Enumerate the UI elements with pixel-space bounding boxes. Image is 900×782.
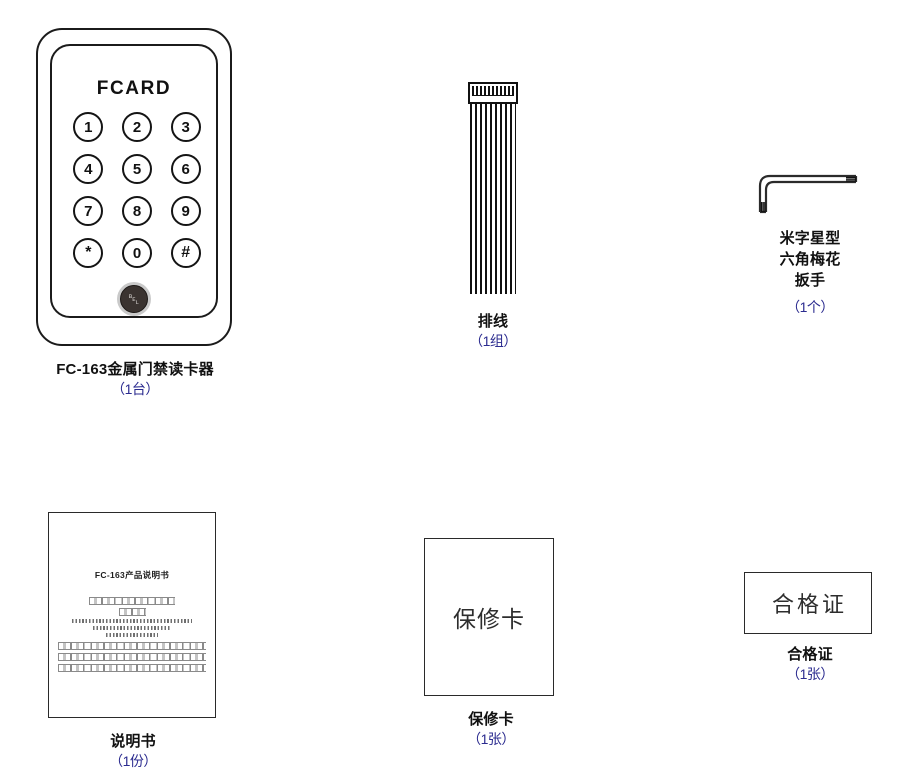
keypad-key-2[interactable]: 2	[121, 112, 152, 142]
certificate-quantity: （1张）	[786, 666, 834, 682]
ribbon-cable-caption: 排线	[477, 313, 509, 330]
wrench-illustration	[744, 168, 876, 216]
warranty-card-quantity: （1张）	[467, 731, 515, 747]
manual-text-line	[57, 633, 207, 637]
keypad-key-1[interactable]: 1	[73, 112, 104, 142]
keypad: 1 2 3 4 5 6 7 8 9 * 0 #	[64, 112, 210, 268]
manual-placeholder-text	[57, 597, 207, 675]
certificate-face-text: 合格证	[771, 592, 847, 617]
keypad-key-8[interactable]: 8	[121, 196, 152, 226]
ribbon-cable-quantity: （1组）	[469, 333, 517, 349]
wrench-caption-line-3: 扳手	[794, 272, 826, 289]
manual-caption: 说明书	[110, 733, 156, 750]
warranty-card-face: 保修卡	[424, 538, 554, 696]
card-reader-caption: FC-163金属门禁读卡器	[56, 361, 214, 378]
wrench-caption-line-1: 米字星型	[779, 230, 841, 247]
manual-text-line	[57, 608, 207, 616]
manual-cover: FC-163产品说明书	[48, 512, 216, 718]
item-torx-wrench: 米字星型 六角梅花 扳手 （1个）	[744, 168, 876, 317]
keypad-key-9[interactable]: 9	[170, 196, 201, 226]
item-manual: FC-163产品说明书 说明书 （1份）	[48, 512, 218, 771]
manual-text-line	[57, 597, 207, 605]
doorbell-button[interactable]: ␇	[117, 282, 151, 316]
doorbell-icon: ␇	[120, 285, 148, 313]
manual-text-line	[57, 619, 207, 623]
manual-quantity: （1份）	[109, 753, 157, 769]
keypad-key-star[interactable]: *	[73, 238, 104, 268]
keypad-key-hash[interactable]: #	[170, 238, 201, 268]
cable-wires	[470, 104, 516, 294]
warranty-card-caption: 保修卡	[468, 711, 514, 728]
item-card-reader: FCARD 1 2 3 4 5 6 7 8 9 * 0 # ␇ FC-163金属…	[36, 28, 236, 399]
wrench-caption-line-2: 六角梅花	[779, 251, 841, 268]
manual-text-line	[57, 653, 207, 661]
cable-connector	[468, 82, 518, 104]
certificate-face: 合格证	[744, 572, 872, 634]
item-certificate: 合格证 合格证 （1张）	[744, 572, 876, 684]
manual-title: FC-163产品说明书	[94, 570, 170, 580]
connector-teeth	[472, 86, 514, 96]
item-warranty-card: 保修卡 保修卡 （1张）	[424, 538, 558, 749]
card-reader-body: FCARD 1 2 3 4 5 6 7 8 9 * 0 # ␇	[36, 28, 232, 346]
manual-text-line	[57, 626, 207, 630]
brand-label: FCARD	[96, 78, 172, 99]
wrench-quantity: （1个）	[786, 299, 834, 315]
keypad-key-4[interactable]: 4	[73, 154, 104, 184]
card-reader-quantity: （1台）	[111, 381, 159, 397]
manual-text-line	[57, 664, 207, 672]
wrench-icon	[758, 174, 858, 214]
manual-text-line	[57, 642, 207, 650]
wrench-caption: 米字星型 六角梅花 扳手	[744, 228, 876, 291]
warranty-card-face-text: 保修卡	[453, 607, 525, 632]
ribbon-cable-illustration	[428, 82, 558, 300]
keypad-key-0[interactable]: 0	[121, 238, 152, 268]
item-ribbon-cable: 排线 （1组）	[428, 82, 558, 351]
keypad-key-5[interactable]: 5	[121, 154, 152, 184]
keypad-key-7[interactable]: 7	[73, 196, 104, 226]
keypad-key-3[interactable]: 3	[170, 112, 201, 142]
keypad-key-6[interactable]: 6	[170, 154, 201, 184]
certificate-caption: 合格证	[787, 646, 833, 663]
